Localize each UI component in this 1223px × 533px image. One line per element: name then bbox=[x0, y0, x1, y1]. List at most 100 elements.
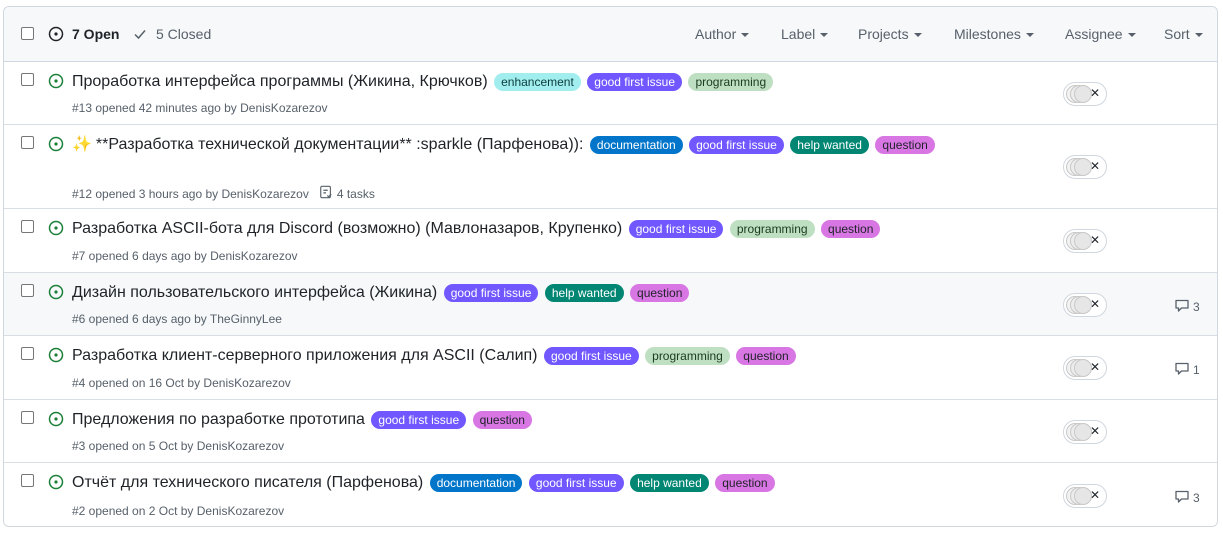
issue-checkbox[interactable] bbox=[21, 136, 34, 149]
issue-label[interactable]: good first issue bbox=[587, 73, 682, 91]
close-icon: ✕ bbox=[1090, 86, 1101, 100]
sort-filter[interactable]: Sort bbox=[1164, 26, 1203, 42]
issue-title-link[interactable]: Разработка ASCII-бота для Discord (возмо… bbox=[72, 220, 622, 237]
tasklist-icon bbox=[319, 185, 333, 202]
assignee-avatars[interactable]: ✕ bbox=[1063, 484, 1107, 508]
milestones-filter-label: Milestones bbox=[954, 26, 1021, 42]
sparkles-emoji-icon: ✨ bbox=[72, 136, 92, 153]
caret-down-icon bbox=[1194, 33, 1203, 37]
select-all-checkbox[interactable] bbox=[21, 27, 34, 40]
issue-label[interactable]: good first issue bbox=[628, 220, 724, 238]
label-filter[interactable]: Label bbox=[781, 26, 829, 42]
issue-checkbox[interactable] bbox=[21, 474, 34, 487]
assignee-avatars[interactable]: ✕ bbox=[1063, 420, 1107, 444]
assignee-avatars[interactable]: ✕ bbox=[1063, 356, 1107, 380]
issue-title-link[interactable]: Дизайн пользовательского интерфейса (Жик… bbox=[72, 284, 437, 301]
comment-count-link[interactable]: 3 bbox=[1174, 297, 1200, 316]
issue-meta: #12 opened 3 hours ago by DenisKozarezov… bbox=[72, 185, 375, 202]
issue-row[interactable]: Отчёт для технического писателя (Парфено… bbox=[4, 463, 1217, 526]
issue-label[interactable]: good first issue bbox=[443, 284, 539, 302]
issue-label[interactable]: help wanted bbox=[630, 474, 709, 492]
issue-label[interactable]: help wanted bbox=[544, 284, 624, 302]
issue-opened-icon bbox=[48, 347, 64, 368]
close-icon: ✕ bbox=[1090, 360, 1101, 374]
milestones-filter[interactable]: Milestones bbox=[954, 26, 1034, 42]
issue-title-link[interactable]: Предложения по разработке прототипа bbox=[72, 411, 365, 428]
issue-title-line: Разработка клиент-серверного приложения … bbox=[72, 344, 957, 368]
issue-label[interactable]: good first issue bbox=[689, 136, 784, 154]
issues-list-header: 7 Open 5 Closed Author Label Projects Mi… bbox=[4, 7, 1217, 62]
issue-label[interactable]: question bbox=[472, 411, 532, 429]
comment-count-link[interactable]: 3 bbox=[1174, 488, 1200, 507]
issue-title-line: Разработка ASCII-бота для Discord (возмо… bbox=[72, 217, 957, 241]
author-filter[interactable]: Author bbox=[695, 26, 750, 42]
issue-opened-by: #12 opened 3 hours ago by DenisKozarezov bbox=[72, 186, 309, 201]
issue-title-link[interactable]: Отчёт для технического писателя (Парфено… bbox=[72, 474, 423, 491]
issue-opened-icon bbox=[48, 73, 64, 94]
issue-title-link[interactable]: Разработка клиент-серверного приложения … bbox=[72, 347, 538, 364]
assignee-avatars[interactable]: ✕ bbox=[1063, 155, 1107, 179]
assignee-avatars[interactable]: ✕ bbox=[1063, 82, 1107, 106]
issue-row[interactable]: Разработка ASCII-бота для Discord (возмо… bbox=[4, 209, 1217, 273]
issue-meta: #4 opened on 16 Oct by DenisKozarezov bbox=[72, 376, 291, 390]
assignee-avatars[interactable]: ✕ bbox=[1063, 293, 1107, 317]
issue-label[interactable]: good first issue bbox=[528, 474, 624, 492]
caret-down-icon bbox=[820, 33, 829, 37]
check-icon bbox=[134, 30, 146, 40]
open-count-label: 7 Open bbox=[72, 26, 120, 42]
issue-title-link[interactable]: Проработка интерфейса программы (Жикина,… bbox=[72, 73, 488, 90]
issue-row[interactable]: Предложения по разработке прототипа good… bbox=[4, 400, 1217, 463]
issue-opened-by: #2 opened on 2 Oct by DenisKozarezov bbox=[72, 504, 285, 518]
issue-row[interactable]: Проработка интерфейса программы (Жикина,… bbox=[4, 62, 1217, 125]
issue-checkbox[interactable] bbox=[21, 220, 34, 233]
closed-count-label: 5 Closed bbox=[156, 26, 212, 42]
comment-count: 3 bbox=[1193, 490, 1200, 505]
close-icon: ✕ bbox=[1090, 488, 1101, 502]
closed-issues-tab[interactable]: 5 Closed bbox=[132, 26, 211, 42]
comment-icon bbox=[1174, 488, 1190, 507]
issue-label[interactable]: programming bbox=[729, 220, 815, 238]
issue-label[interactable]: question bbox=[875, 136, 935, 154]
issue-opened-by: #13 opened 42 minutes ago by DenisKozare… bbox=[72, 101, 328, 115]
assignee-filter[interactable]: Assignee bbox=[1065, 26, 1136, 42]
issue-opened-icon bbox=[48, 136, 64, 157]
comment-icon bbox=[1174, 360, 1190, 379]
issue-checkbox[interactable] bbox=[21, 73, 34, 86]
issue-label[interactable]: programming bbox=[688, 73, 774, 91]
issue-checkbox[interactable] bbox=[21, 284, 34, 297]
issue-checkbox[interactable] bbox=[21, 411, 34, 424]
assignee-filter-label: Assignee bbox=[1065, 26, 1123, 42]
issue-title-line: Дизайн пользовательского интерфейса (Жик… bbox=[72, 281, 957, 305]
projects-filter[interactable]: Projects bbox=[858, 26, 922, 42]
issue-label[interactable]: good first issue bbox=[543, 347, 639, 365]
issue-label[interactable]: help wanted bbox=[790, 136, 869, 154]
issue-title-line: ✨ **Разработка технической документации**… bbox=[72, 133, 957, 157]
issue-opened-by: #3 opened on 5 Oct by DenisKozarezov bbox=[72, 439, 285, 453]
issue-label[interactable]: good first issue bbox=[371, 411, 467, 429]
issue-label[interactable]: enhancement bbox=[494, 73, 581, 91]
issue-label[interactable]: documentation bbox=[589, 136, 683, 154]
close-icon: ✕ bbox=[1090, 159, 1101, 173]
task-progress[interactable]: 4 tasks bbox=[319, 185, 375, 202]
issue-label[interactable]: question bbox=[715, 474, 775, 492]
comment-count: 1 bbox=[1193, 362, 1200, 377]
caret-down-icon bbox=[1127, 33, 1136, 37]
issue-row[interactable]: Разработка клиент-серверного приложения … bbox=[4, 336, 1217, 400]
comment-count-link[interactable]: 1 bbox=[1174, 360, 1200, 379]
issue-label[interactable]: programming bbox=[645, 347, 730, 365]
issue-meta: #13 opened 42 minutes ago by DenisKozare… bbox=[72, 101, 328, 115]
issue-label[interactable]: question bbox=[821, 220, 881, 238]
issue-label[interactable]: question bbox=[736, 347, 796, 365]
issue-checkbox[interactable] bbox=[21, 347, 34, 360]
assignee-avatars[interactable]: ✕ bbox=[1063, 229, 1107, 253]
issue-title-line: Отчёт для технического писателя (Парфено… bbox=[72, 471, 957, 495]
issue-meta: #7 opened 6 days ago by DenisKozarezov bbox=[72, 249, 298, 263]
issue-opened-icon bbox=[48, 220, 64, 241]
issue-row[interactable]: ✨ **Разработка технической документации**… bbox=[4, 125, 1217, 209]
issue-title-link[interactable]: **Разработка технической документации** … bbox=[96, 136, 584, 153]
issue-row[interactable]: Дизайн пользовательского интерфейса (Жик… bbox=[4, 273, 1217, 336]
issue-label[interactable]: question bbox=[630, 284, 690, 302]
author-filter-label: Author bbox=[695, 26, 737, 42]
open-issues-tab[interactable]: 7 Open bbox=[48, 26, 119, 42]
issue-label[interactable]: documentation bbox=[429, 474, 523, 492]
